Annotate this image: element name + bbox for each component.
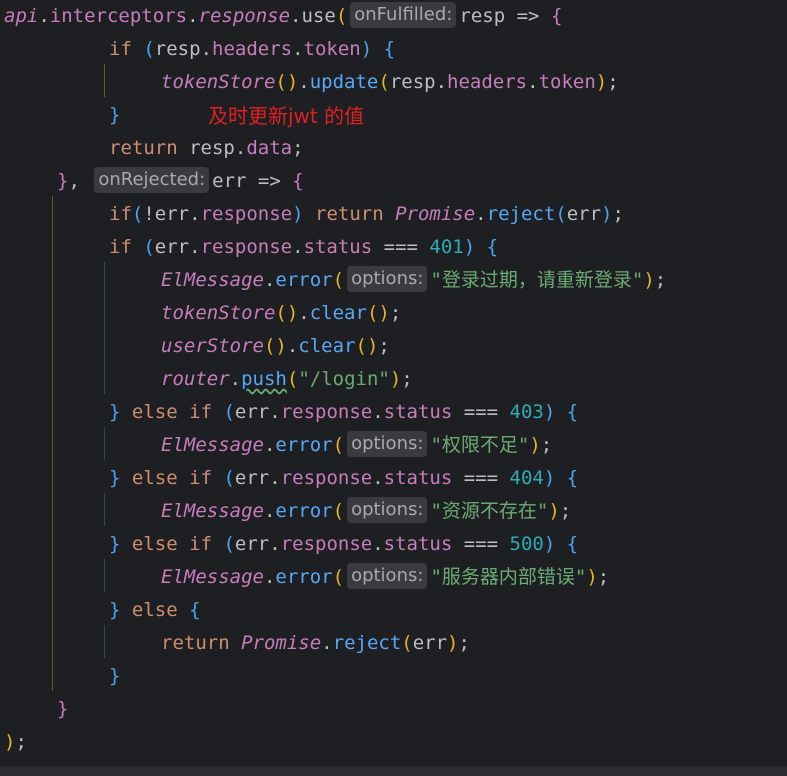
code-line: if (resp.headers.token) { bbox=[109, 38, 396, 60]
code-line: } else if (err.response.status === 403) … bbox=[109, 401, 579, 423]
code-line: }, onRejected: err => { bbox=[57, 166, 304, 193]
code-line: } else if (err.response.status === 404) … bbox=[109, 467, 579, 489]
parameter-hint: onRejected: bbox=[94, 166, 210, 193]
indent-guide bbox=[104, 625, 105, 658]
parameter-hint: options: bbox=[347, 496, 428, 523]
horizontal-scrollbar[interactable] bbox=[0, 766, 787, 776]
code-line: ElMessage.error(options: "资源不存在"); bbox=[161, 496, 572, 523]
code-line: router.push("/login"); bbox=[161, 368, 413, 390]
api-identifier: api bbox=[4, 5, 39, 27]
code-line: ElMessage.error(options: "权限不足"); bbox=[161, 430, 553, 457]
code-line: tokenStore().update(resp.headers.token); bbox=[161, 71, 619, 93]
parameter-hint: options: bbox=[347, 265, 428, 292]
indent-guide bbox=[104, 427, 105, 460]
indent-guide bbox=[104, 493, 105, 526]
parameter-hint: onFulfilled: bbox=[350, 1, 457, 28]
code-line: userStore().clear(); bbox=[161, 335, 390, 357]
code-line: return Promise.reject(err); bbox=[161, 632, 470, 654]
code-line: } else { bbox=[109, 599, 201, 621]
code-editor[interactable]: api.interceptors.response.use(onFulfille… bbox=[0, 0, 787, 776]
indent-guide bbox=[104, 559, 105, 592]
code-line: } else if (err.response.status === 500) … bbox=[109, 533, 579, 555]
annotation-note: 及时更新jwt 的值 bbox=[208, 104, 365, 128]
code-line: } bbox=[57, 698, 69, 720]
code-line: } bbox=[109, 104, 121, 126]
parameter-hint: options: bbox=[347, 430, 428, 457]
indent-guide bbox=[52, 196, 53, 691]
code-line: ElMessage.error(options: "服务器内部错误"); bbox=[161, 562, 610, 589]
code-line: return resp.data; bbox=[109, 137, 304, 159]
indent-guide bbox=[104, 64, 105, 97]
code-line: if(!err.response) return Promise.reject(… bbox=[109, 203, 624, 225]
code-line: tokenStore().clear(); bbox=[161, 302, 402, 324]
indent-guide bbox=[104, 262, 105, 394]
code-line: ); bbox=[4, 731, 27, 753]
code-line: ElMessage.error(options: "登录过期，请重新登录"); bbox=[161, 265, 667, 292]
code-line: api.interceptors.response.use(onFulfille… bbox=[4, 1, 563, 28]
code-line: } bbox=[109, 665, 121, 687]
parameter-hint: options: bbox=[347, 562, 428, 589]
code-line: if (err.response.status === 401) { bbox=[109, 236, 499, 258]
